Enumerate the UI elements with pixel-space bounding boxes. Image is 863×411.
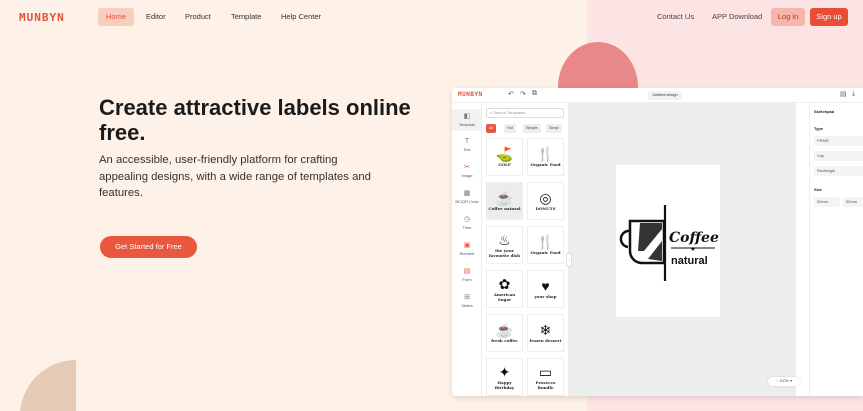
chip-simple[interactable]: Simple: [523, 124, 541, 133]
props-section-title: Sketchpad: [814, 109, 835, 114]
star-icon: ★: [690, 246, 695, 253]
sidebar-item-code[interactable]: ▦ BC/QR Code: [452, 189, 482, 204]
undo-icon[interactable]: ↶: [508, 90, 514, 98]
type-option-prmr[interactable]: PRMR: [814, 136, 863, 146]
decorative-circle-bottom: [20, 360, 76, 411]
template-tile[interactable]: ♨ the your favourite dish: [486, 226, 523, 264]
cutlery-icon: 🍴: [536, 146, 555, 162]
table-icon: ⊞: [464, 294, 470, 301]
template-search-input[interactable]: ⌕ Search Templates: [486, 108, 564, 118]
nav-editor[interactable]: Editor: [138, 8, 174, 26]
donut-icon: ◎: [539, 190, 552, 206]
golf-icon: ⛳: [495, 146, 514, 162]
qrcode-icon: ▦: [463, 190, 471, 197]
nav-product[interactable]: Product: [177, 8, 219, 26]
form-icon: ▤: [463, 268, 471, 275]
sidebar-item-time[interactable]: ◷ Time: [452, 215, 482, 230]
label-preview[interactable]: Coffee ★ natural: [616, 165, 720, 317]
sugar-icon: ✿: [498, 275, 511, 292]
template-tile[interactable]: ✿ American Sugar: [486, 270, 523, 308]
copy-icon[interactable]: ⧉: [532, 90, 537, 98]
nav-contact-us[interactable]: Contact Us: [657, 8, 694, 26]
chevron-left-icon: ‹: [568, 257, 570, 262]
top-navigation: MUNBYN Home Editor Product Template Help…: [0, 0, 863, 34]
cake-icon: ✦: [498, 363, 511, 380]
coffee-cup-icon: ☕: [495, 190, 514, 206]
clock-icon: ◷: [463, 216, 471, 223]
dessert-icon: ❄: [539, 322, 552, 338]
template-panel: ⌕ Search Templates All Hot Simple Simpl …: [482, 103, 568, 396]
minus-icon: −: [776, 379, 779, 383]
properties-panel: Sketchpad Type PRMR Cap Rectangle Size 5…: [809, 103, 863, 396]
element-icon: ▣: [463, 242, 471, 249]
template-tile[interactable]: ◎ DONUTS: [527, 182, 564, 220]
chip-simple-2[interactable]: Simpl: [546, 124, 562, 133]
document-name[interactable]: Untitled design: [648, 91, 682, 100]
type-option-rectangle[interactable]: Rectangle: [814, 166, 863, 176]
template-tile[interactable]: 🍴 Organic Food: [527, 138, 564, 176]
size-width-input[interactable]: 50mm: [814, 197, 840, 207]
template-tile[interactable]: ▭ Prosecco Bundle: [527, 358, 564, 396]
sidebar-item-text[interactable]: T Text: [452, 137, 482, 152]
template-tile[interactable]: 🍴 Organic Food: [527, 226, 564, 264]
brand-logo[interactable]: MUNBYN: [19, 11, 65, 24]
zoom-control[interactable]: − 100% ▾: [768, 377, 800, 386]
chef-hat-icon: ♨: [498, 231, 511, 248]
editor-sidebar: ◧ Template T Text ✂ Image ▦ BC/QR Code ◷…: [452, 103, 482, 396]
props-type-label: Type: [814, 126, 824, 131]
template-tile[interactable]: ♥ your shop: [527, 270, 564, 308]
search-icon: ⌕: [490, 110, 493, 115]
label-text-coffee: Coffee: [669, 230, 719, 246]
template-tile-selected[interactable]: ☕ Coffee natural: [486, 182, 523, 220]
hero-subtitle: An accessible, user-friendly platform fo…: [99, 154, 371, 199]
coffee-cup-icon: ☕: [495, 322, 514, 338]
print-icon[interactable]: ▤: [840, 90, 847, 98]
sidebar-item-form[interactable]: ▤ Form: [452, 267, 482, 282]
editor-preview: MUNBYN ↶ ↷ ⧉ Untitled design ▤ ⤓ ◧ Templ…: [452, 88, 863, 396]
label-text-natural: natural: [671, 255, 708, 267]
editor-toolbar: MUNBYN ↶ ↷ ⧉ Untitled design ▤ ⤓: [452, 88, 863, 103]
redo-icon[interactable]: ↷: [520, 90, 526, 98]
template-icon: ◧: [463, 113, 471, 120]
editor-logo: MUNBYN: [458, 91, 483, 98]
template-tile[interactable]: ☕ fresh coffee: [486, 314, 523, 352]
chevron-down-icon: ▾: [790, 379, 792, 383]
sidebar-item-tables[interactable]: ⊞ Tables: [452, 293, 482, 308]
sidebar-item-template[interactable]: ◧ Template: [452, 109, 482, 131]
template-tile[interactable]: ⛳ GOLF: [486, 138, 523, 176]
template-tile[interactable]: ✦ Happy Birthday: [486, 358, 523, 396]
nav-app-download[interactable]: APP Download: [712, 8, 762, 26]
get-started-button[interactable]: Get Started for Free: [100, 236, 197, 258]
size-height-input[interactable]: 50mm: [843, 197, 863, 207]
template-tile[interactable]: ❄ frozen dessert: [527, 314, 564, 352]
sidebar-item-element[interactable]: ▣ Element: [452, 241, 482, 256]
coffee-natural-logo: Coffee ★ natural: [619, 205, 719, 281]
bottle-icon: ▭: [538, 363, 553, 380]
collapse-panel-handle[interactable]: ‹: [566, 253, 572, 267]
image-icon: ✂: [464, 164, 470, 171]
text-icon: T: [464, 138, 470, 145]
signup-button[interactable]: Sign up: [810, 8, 848, 26]
download-icon[interactable]: ⤓: [852, 90, 855, 98]
nav-home[interactable]: Home: [98, 8, 135, 26]
chip-all[interactable]: All: [486, 124, 497, 133]
cutlery-icon: 🍴: [536, 234, 555, 250]
nav-help-center[interactable]: Help Center: [273, 8, 329, 26]
chip-hot[interactable]: Hot: [504, 124, 516, 133]
shop-bag-icon: ♥: [541, 278, 550, 294]
sidebar-item-image[interactable]: ✂ Image: [452, 163, 482, 178]
hero-title: Create attractive labels online free.: [99, 95, 411, 145]
nav-template[interactable]: Template: [223, 8, 269, 26]
props-size-label: Size: [814, 187, 823, 192]
login-button[interactable]: Log in: [771, 8, 805, 26]
type-option-cap[interactable]: Cap: [814, 151, 863, 161]
